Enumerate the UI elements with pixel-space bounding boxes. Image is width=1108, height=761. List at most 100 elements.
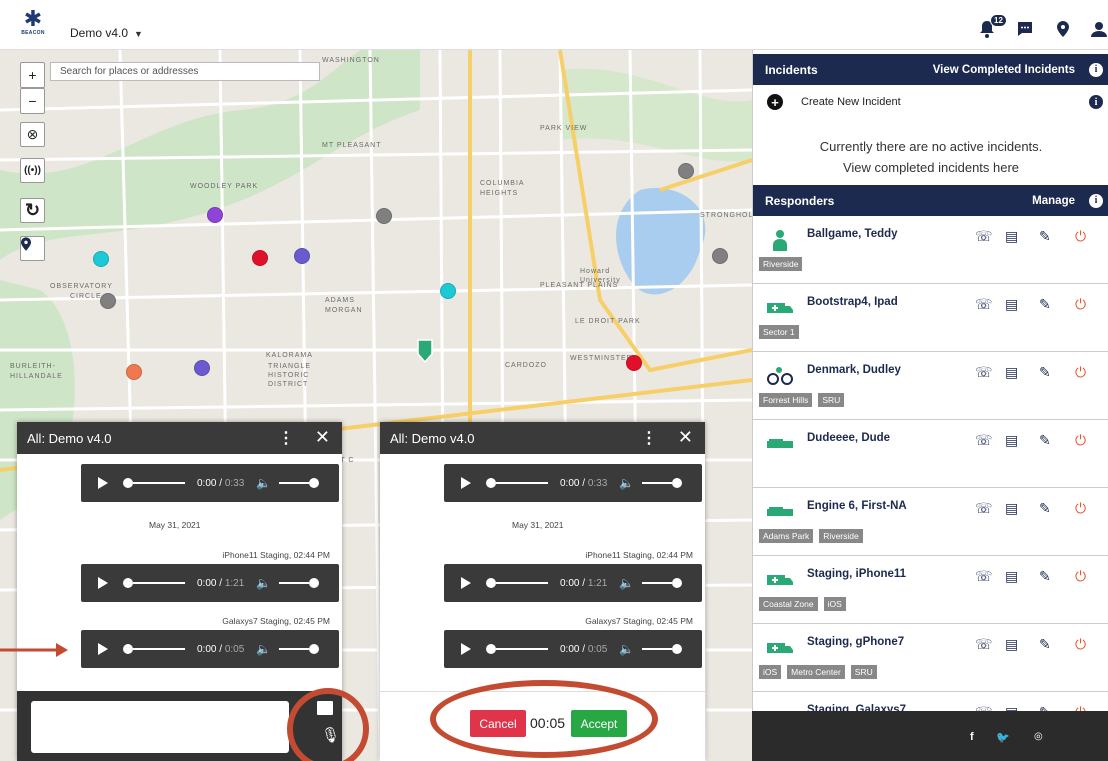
close-icon[interactable]: ✕ — [678, 427, 693, 448]
map-marker[interactable] — [100, 293, 116, 309]
volume-icon[interactable]: 🔈 — [256, 576, 271, 590]
map-marker[interactable] — [626, 355, 642, 371]
info-icon[interactable]: i — [1089, 193, 1103, 208]
map-marker[interactable] — [126, 364, 142, 380]
map-marker[interactable] — [440, 283, 456, 299]
edit-icon[interactable]: ✎ — [1039, 364, 1051, 381]
zoom-in-button[interactable]: + — [20, 62, 45, 88]
volume-icon[interactable]: 🔈 — [619, 476, 634, 490]
manage-link[interactable]: Manage — [1032, 195, 1075, 207]
volume-icon[interactable]: 🔈 — [256, 642, 271, 656]
power-icon[interactable]: ⏻ — [1075, 500, 1086, 517]
phone-icon[interactable]: ☏ — [975, 296, 993, 313]
responder-row[interactable]: Dudeeee, Dude ☏ ▤ ✎ ⏻ — [753, 420, 1108, 488]
power-icon[interactable]: ⏻ — [1075, 636, 1086, 653]
audio-player[interactable]: 0:00 / 0:05 🔈 — [444, 630, 702, 668]
info-icon[interactable]: i — [1089, 95, 1103, 109]
play-icon[interactable] — [98, 643, 108, 655]
audio-player[interactable]: 0:00 / 1:21 🔈 — [444, 564, 702, 602]
message-icon[interactable]: ▤ — [1005, 636, 1018, 653]
responder-tag: Coastal Zone — [759, 597, 818, 611]
facebook-icon[interactable]: f — [970, 731, 974, 743]
info-icon[interactable]: i — [1089, 62, 1103, 77]
message-icon[interactable]: ▤ — [1005, 568, 1018, 585]
map-search-input[interactable]: Search for places or addresses — [50, 62, 320, 81]
audio-player[interactable]: 0:00 / 0:33 🔈 — [444, 464, 702, 502]
message-icon[interactable]: ▤ — [1005, 364, 1018, 381]
edit-icon[interactable]: ✎ — [1039, 296, 1051, 313]
audio-player[interactable]: 0:00 / 1:21 🔈 — [81, 564, 339, 602]
svg-text:HEIGHTS: HEIGHTS — [480, 190, 518, 197]
star-of-life-icon: ✱ — [23, 6, 43, 31]
instagram-icon[interactable]: ◎ — [1034, 731, 1043, 742]
message-icon[interactable]: ▤ — [1005, 500, 1018, 517]
more-options-icon[interactable]: ⋮ — [641, 428, 657, 448]
edit-icon[interactable]: ✎ — [1039, 636, 1051, 653]
map-marker[interactable] — [712, 248, 728, 264]
edit-icon[interactable]: ✎ — [1039, 500, 1051, 517]
power-icon[interactable]: ⏻ — [1075, 364, 1086, 381]
user-icon[interactable] — [1090, 20, 1108, 38]
power-icon[interactable]: ⏻ — [1075, 568, 1086, 585]
play-icon[interactable] — [461, 577, 471, 589]
edit-icon[interactable]: ✎ — [1039, 228, 1051, 245]
map-marker[interactable] — [194, 360, 210, 376]
play-icon[interactable] — [98, 477, 108, 489]
edit-icon[interactable]: ✎ — [1039, 568, 1051, 585]
play-icon[interactable] — [461, 477, 471, 489]
responder-row[interactable]: Engine 6, First-NA ☏ ▤ ✎ ⏻ Adams Park Riversid… — [753, 488, 1108, 556]
map-marker[interactable] — [376, 208, 392, 224]
map-marker[interactable] — [207, 207, 223, 223]
message-icon[interactable]: ▤ — [1005, 432, 1018, 449]
responder-row[interactable]: Denmark, Dudley ☏ ▤ ✎ ⏻ Forrest Hills SRU — [753, 352, 1108, 420]
play-icon[interactable] — [98, 577, 108, 589]
chat-header: All: Demo v4.0 ⋮ ✕ — [17, 422, 342, 454]
map-marker[interactable] — [294, 248, 310, 264]
beacon-logo[interactable]: ✱ BEACON — [18, 8, 48, 42]
map-marker[interactable] — [93, 251, 109, 267]
message-input[interactable] — [31, 701, 289, 753]
volume-icon[interactable]: 🔈 — [619, 576, 634, 590]
view-completed-incidents-link[interactable]: View Completed Incidents — [933, 64, 1075, 76]
more-options-icon[interactable]: ⋮ — [278, 428, 294, 448]
broadcast-icon[interactable]: ((•)) — [20, 158, 45, 183]
responder-row[interactable]: Bootstrap4, Ipad ☏ ▤ ✎ ⏻ Sector 1 — [753, 284, 1108, 352]
responder-row[interactable]: Staging, iPhone11 ☏ ▤ ✎ ⏻ Coastal Zone iOS — [753, 556, 1108, 624]
phone-icon[interactable]: ☏ — [975, 228, 993, 245]
responder-name: Bootstrap4, Ipad — [807, 296, 898, 308]
power-icon[interactable]: ⏻ — [1075, 296, 1086, 313]
phone-icon[interactable]: ☏ — [975, 364, 993, 381]
phone-icon[interactable]: ☏ — [975, 500, 993, 517]
create-incident-row[interactable]: + Create New Incident i — [753, 85, 1108, 119]
message-icon[interactable]: ▤ — [1005, 296, 1018, 313]
phone-icon[interactable]: ☏ — [975, 568, 993, 585]
responder-tags: iOS Metro Center SRU — [759, 665, 883, 679]
map-pin-icon[interactable] — [20, 236, 45, 261]
edit-icon[interactable]: ✎ — [1039, 432, 1051, 449]
audio-player[interactable]: 0:00 / 0:05 🔈 — [81, 630, 339, 668]
responder-row[interactable]: Ballgame, Teddy ☏ ▤ ✎ ⏻ Riverside — [753, 216, 1108, 284]
volume-icon[interactable]: 🔈 — [619, 642, 634, 656]
volume-icon[interactable]: 🔈 — [256, 476, 271, 490]
responder-tag: Metro Center — [787, 665, 845, 679]
power-icon[interactable]: ⏻ — [1075, 228, 1086, 245]
audio-player[interactable]: 0:00 / 0:33 🔈 — [81, 464, 339, 502]
org-selector[interactable]: Demo v4.0 ▼ — [70, 26, 143, 40]
phone-icon[interactable]: ☏ — [975, 432, 993, 449]
location-pin-icon[interactable] — [1054, 20, 1072, 38]
play-icon[interactable] — [461, 643, 471, 655]
responder-tags: Sector 1 — [759, 325, 805, 339]
map-marker[interactable] — [252, 250, 268, 266]
twitter-icon[interactable]: 🐦 — [996, 731, 1010, 744]
message-icon[interactable]: ▤ — [1005, 228, 1018, 245]
responder-row[interactable]: Staging, gPhone7 ☏ ▤ ✎ ⏻ iOS Metro Center SRU — [753, 624, 1108, 692]
phone-icon[interactable]: ☏ — [975, 636, 993, 653]
refresh-icon[interactable]: ↻ — [20, 198, 45, 223]
map-marker[interactable] — [678, 163, 694, 179]
zoom-out-button[interactable]: − — [20, 88, 45, 114]
power-icon[interactable]: ⏻ — [1075, 432, 1086, 449]
close-icon[interactable]: ✕ — [315, 427, 330, 448]
layers-icon[interactable]: ⊗ — [20, 122, 45, 147]
chat-icon[interactable] — [1016, 20, 1034, 38]
view-completed-link[interactable]: View completed incidents here — [753, 157, 1108, 178]
